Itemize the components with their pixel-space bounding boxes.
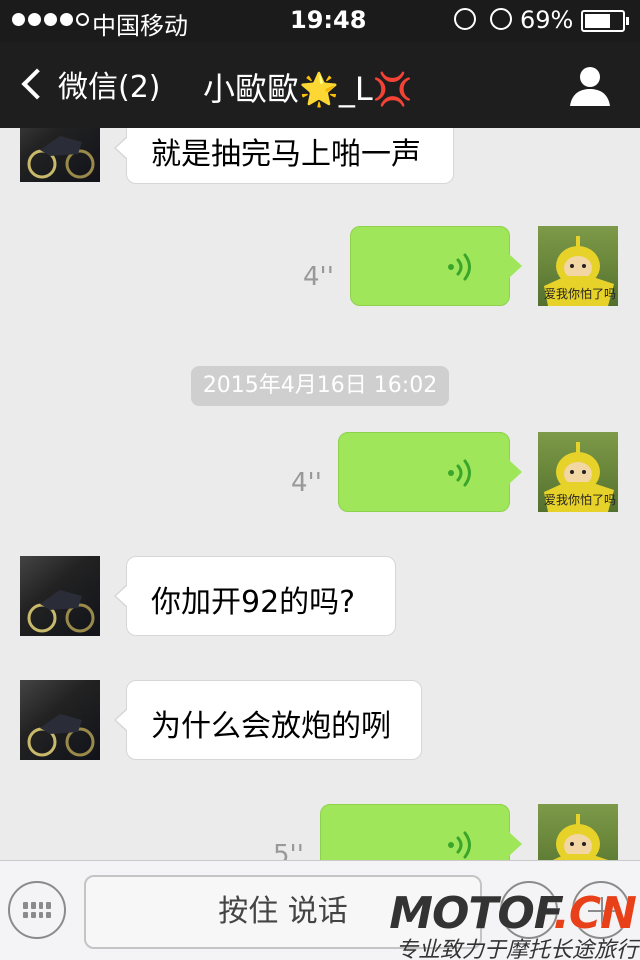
back-button[interactable]: 微信(2)	[16, 62, 161, 106]
chat-title: 小歐歐🌟_L💢	[203, 70, 413, 108]
voice-wave-icon	[448, 831, 471, 859]
avatar-caption: 爱我你怕了吗	[544, 287, 617, 301]
alarm-icon	[490, 8, 512, 30]
voice-duration: 4''	[303, 262, 334, 292]
rotation-lock-icon	[454, 8, 476, 30]
voice-duration: 5''	[273, 840, 304, 860]
voice-duration: 4''	[291, 468, 322, 498]
voice-message-bubble[interactable]	[350, 226, 522, 306]
back-label: 微信(2)	[58, 70, 161, 105]
carrier-name: 中国移动	[92, 12, 188, 40]
keyboard-toggle-button[interactable]	[8, 881, 66, 939]
message-bubble-incoming[interactable]: 你加开92的吗?	[114, 556, 396, 636]
my-avatar[interactable]: 爱我你怕了吗	[538, 226, 618, 306]
avatar-caption: 爱我你怕了吗	[544, 493, 617, 507]
signal-strength-icon	[12, 13, 89, 26]
back-chevron-icon	[21, 68, 53, 100]
voice-message-bubble[interactable]	[338, 432, 522, 512]
my-avatar[interactable]: 爱我你怕了吗	[538, 432, 618, 512]
battery-percentage: 69%	[520, 6, 574, 34]
keyboard-icon	[23, 902, 51, 918]
contact-avatar[interactable]	[20, 556, 100, 636]
contact-avatar[interactable]	[20, 680, 100, 760]
message-text: 为什么会放炮的咧	[151, 709, 391, 744]
message-bubble-incoming[interactable]: 为什么会放炮的咧	[114, 680, 422, 760]
watermark-tagline: 专业致力于摩托长途旅行	[395, 938, 638, 960]
status-bar: 中国移动 19:48 69%	[0, 0, 640, 42]
message-list[interactable]: 就是抽完马上啪一声 4'' 爱我你怕了吗 2015年4月16日 16:02 4'…	[0, 128, 640, 860]
my-avatar[interactable]	[538, 804, 618, 860]
chat-nav-bar: 微信(2) 小歐歐🌟_L💢	[0, 42, 640, 128]
voice-wave-icon	[448, 253, 471, 281]
watermark: MOTOF.CN 专业致力于摩托长途旅行	[389, 888, 640, 960]
message-text: 就是抽完马上啪一声	[151, 137, 421, 172]
battery-icon	[581, 10, 629, 32]
voice-message-bubble[interactable]	[320, 804, 522, 860]
status-time: 19:48	[290, 6, 367, 34]
voice-wave-icon	[448, 459, 471, 487]
contact-avatar[interactable]	[20, 128, 100, 182]
timestamp-divider: 2015年4月16日 16:02	[191, 366, 449, 406]
message-bubble-incoming[interactable]: 就是抽完马上啪一声	[114, 128, 454, 184]
message-text: 你加开92的吗?	[151, 585, 356, 620]
profile-icon[interactable]	[568, 64, 612, 108]
